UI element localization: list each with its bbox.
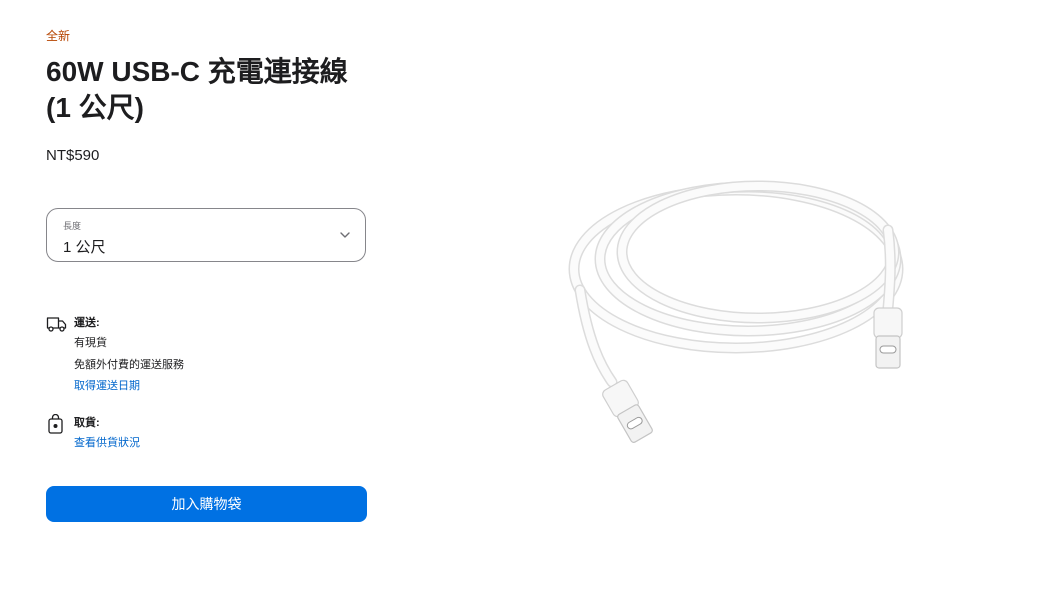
add-to-bag-button[interactable]: 加入購物袋 <box>46 486 367 522</box>
delivery-info: 運送: 有現貨 免額外付費的運送服務 取得運送日期 <box>46 314 246 394</box>
pickup-heading: 取貨: <box>74 417 100 429</box>
pickup-availability-link[interactable]: 查看供貨狀況 <box>74 434 140 450</box>
length-select[interactable]: 長度 1 公尺 <box>46 208 366 262</box>
delivery-heading: 運送: <box>74 317 100 329</box>
pickup-info: 取貨: 查看供貨狀況 <box>46 414 246 454</box>
length-select-value: 1 公尺 <box>63 239 106 256</box>
delivery-availability: 有現貨 <box>74 337 107 349</box>
product-title: 60W USB-C 充電連接線 (1 公尺) <box>46 56 348 123</box>
shopping-bag-icon <box>48 414 63 434</box>
length-select-label: 長度 <box>63 221 82 231</box>
usb-c-cable-image <box>568 180 904 443</box>
delivery-date-link[interactable]: 取得運送日期 <box>74 377 140 393</box>
product-price: NT$590 <box>46 147 100 164</box>
delivery-truck-icon <box>46 317 67 332</box>
delivery-free-shipping: 免額外付費的運送服務 <box>74 359 184 371</box>
chevron-down-icon <box>340 232 350 238</box>
new-badge: 全新 <box>46 29 71 43</box>
